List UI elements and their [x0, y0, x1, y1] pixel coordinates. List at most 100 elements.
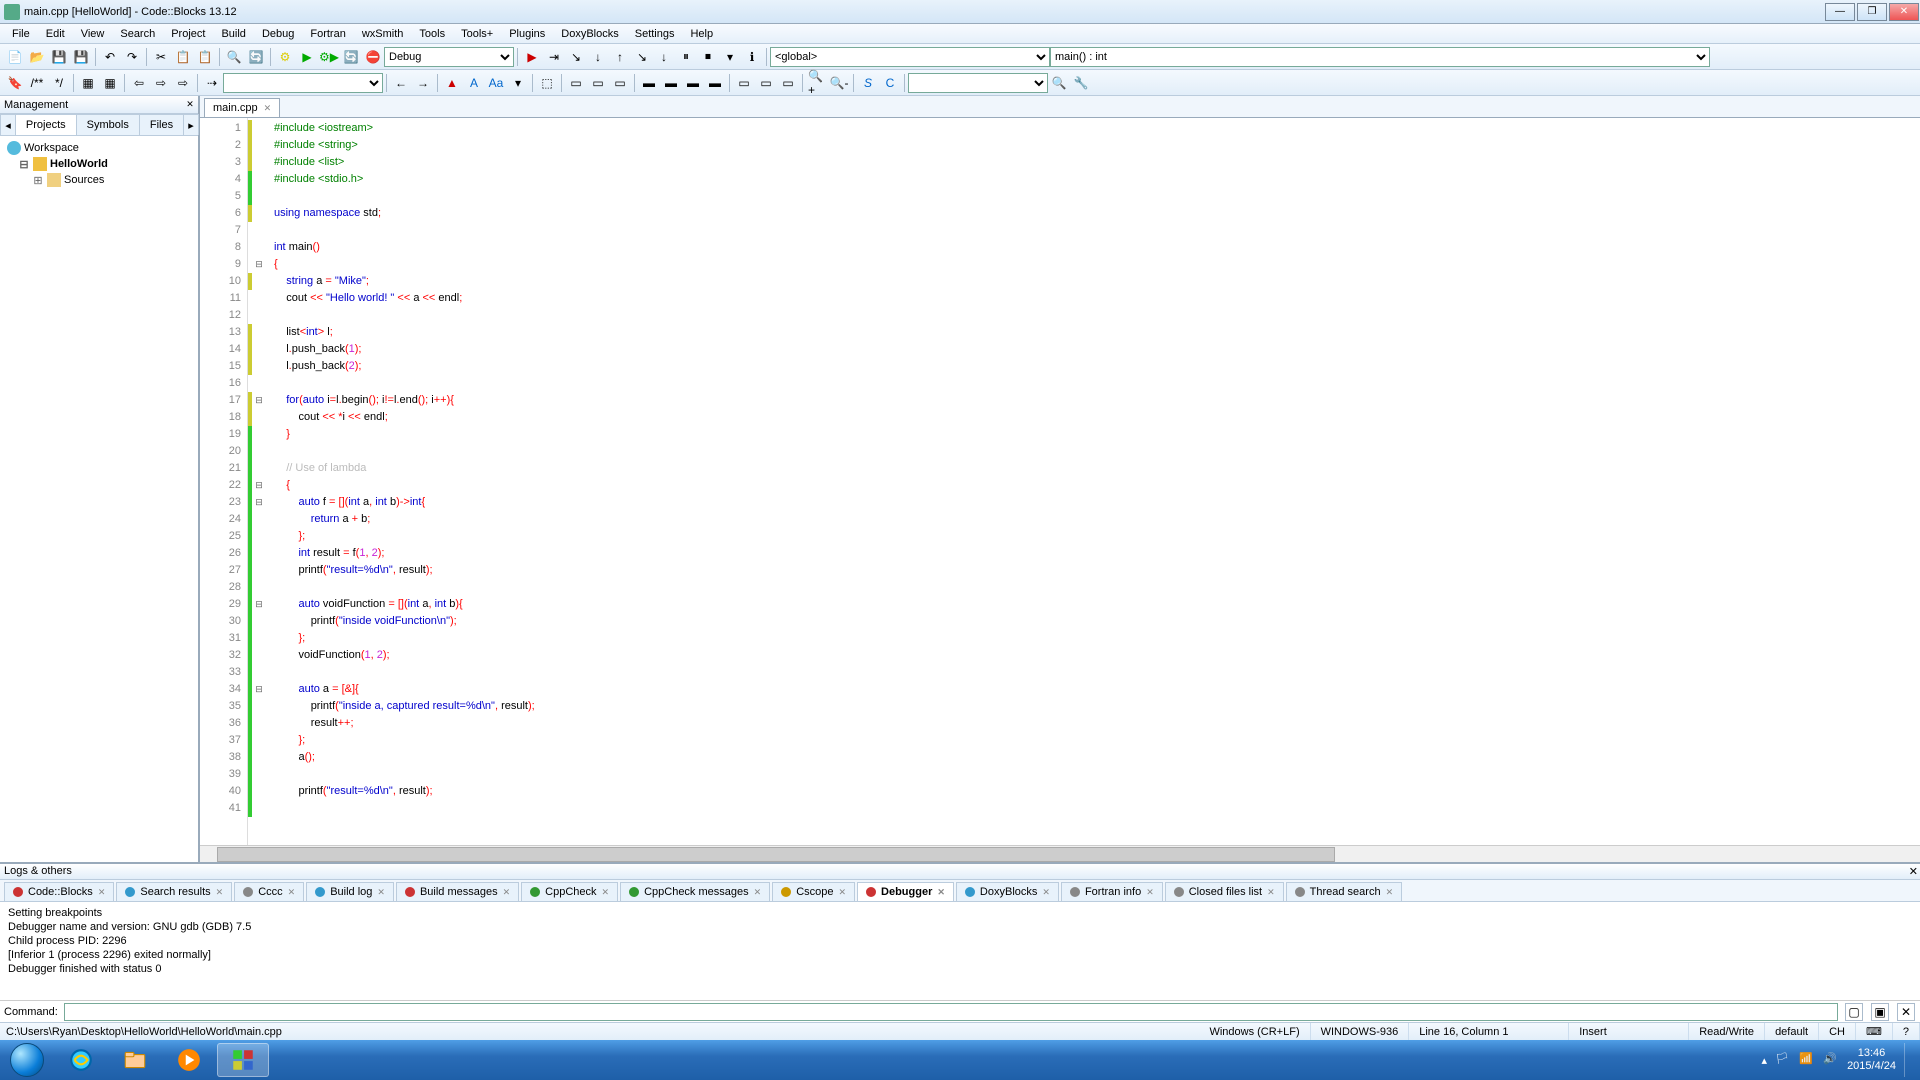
cmd-btn3-icon[interactable]: ✕ [1897, 1003, 1915, 1021]
mgmt-tab-files[interactable]: Files [139, 114, 184, 135]
win3-icon[interactable]: ▬ [683, 73, 703, 93]
cmd-btn1-icon[interactable]: ▢ [1845, 1003, 1863, 1021]
status-lang-icon[interactable]: CH [1819, 1023, 1856, 1040]
tree-sources[interactable]: ⊞ Sources [4, 172, 194, 188]
win1-icon[interactable]: ▬ [639, 73, 659, 93]
taskbar-explorer[interactable] [109, 1043, 161, 1077]
log-tab-close-icon[interactable]: ✕ [937, 887, 945, 898]
tree-project[interactable]: ⊟ HelloWorld [4, 156, 194, 172]
cmd-btn2-icon[interactable]: ▣ [1871, 1003, 1889, 1021]
nav-fwd-icon[interactable]: ⇨ [151, 73, 171, 93]
log-tab-close-icon[interactable]: ✕ [1042, 887, 1050, 898]
step-out-icon[interactable]: ↑ [610, 47, 630, 67]
new-file-icon[interactable]: 📄 [5, 47, 25, 67]
highlight3-icon[interactable]: Aa [486, 73, 506, 93]
expand-icon[interactable]: ⊞ [32, 174, 44, 187]
next-instr-icon[interactable]: ↘ [632, 47, 652, 67]
break-icon[interactable]: ⏸ [676, 47, 696, 67]
zoom-out-icon[interactable]: 🔍- [829, 73, 849, 93]
log-tab-close-icon[interactable]: ✕ [754, 887, 762, 898]
menu-tools+[interactable]: Tools+ [453, 26, 501, 42]
refresh-icon[interactable]: C [880, 73, 900, 93]
win2-icon[interactable]: ▬ [661, 73, 681, 93]
log-output[interactable]: Setting breakpointsDebugger name and ver… [0, 902, 1920, 1000]
log-tab-build-log[interactable]: Build log✕ [306, 882, 394, 901]
log-tab-code-blocks[interactable]: Code::Blocks✕ [4, 882, 114, 901]
menu-fortran[interactable]: Fortran [302, 26, 353, 42]
minimize-button[interactable]: — [1825, 3, 1855, 21]
rebuild-icon[interactable]: 🔄 [341, 47, 361, 67]
debug-windows-icon[interactable]: ▾ [720, 47, 740, 67]
code-editor[interactable]: 1234567891011121314151617181920212223242… [200, 118, 1920, 845]
code-content[interactable]: #include <iostream>#include <string>#inc… [266, 118, 1920, 845]
log-tab-close-icon[interactable]: ✕ [288, 887, 296, 898]
find-icon[interactable]: 🔍 [224, 47, 244, 67]
grp3-icon[interactable]: ▭ [778, 73, 798, 93]
log-tab-debugger[interactable]: Debugger✕ [857, 882, 954, 901]
menu-plugins[interactable]: Plugins [501, 26, 553, 42]
info-icon[interactable]: ℹ [742, 47, 762, 67]
highlight-icon[interactable]: ▲ [442, 73, 462, 93]
tray-network-icon[interactable]: 📶 [1799, 1052, 1815, 1068]
log-tab-close-icon[interactable]: ✕ [838, 887, 846, 898]
horizontal-scrollbar[interactable] [200, 845, 1920, 862]
start-button[interactable] [0, 1040, 54, 1080]
menu-search[interactable]: Search [112, 26, 163, 42]
misc-select[interactable] [908, 73, 1048, 93]
log-tab-cccc[interactable]: Cccc✕ [234, 882, 304, 901]
doxy-cfg-icon[interactable]: ▦ [100, 73, 120, 93]
cut-icon[interactable]: ✂ [151, 47, 171, 67]
status-help-icon[interactable]: ? [1893, 1023, 1920, 1040]
redo-icon[interactable]: ↷ [122, 47, 142, 67]
log-tab-cppcheck[interactable]: CppCheck✕ [521, 882, 618, 901]
win4-icon[interactable]: ▬ [705, 73, 725, 93]
run-icon[interactable]: ▶ [297, 47, 317, 67]
nav-last-icon[interactable]: ⇨ [173, 73, 193, 93]
log-tab-cppcheck-messages[interactable]: CppCheck messages✕ [620, 882, 770, 901]
tray-action-icon[interactable]: 🏳 [1775, 1052, 1791, 1068]
taskbar-ie[interactable] [55, 1043, 107, 1077]
log-tab-closed-files-list[interactable]: Closed files list✕ [1165, 882, 1284, 901]
build-target-select[interactable]: Debug [384, 47, 514, 67]
layout3-icon[interactable]: ▭ [610, 73, 630, 93]
menu-view[interactable]: View [73, 26, 113, 42]
log-tab-close-icon[interactable]: ✕ [1267, 887, 1275, 898]
mgmt-tab-projects[interactable]: Projects [15, 114, 77, 135]
menu-wxsmith[interactable]: wxSmith [354, 26, 412, 42]
editor-tab-main[interactable]: main.cpp ✕ [204, 98, 280, 117]
stop-debug-icon[interactable]: ⏹ [698, 47, 718, 67]
search-proj-icon[interactable]: 🔍 [1049, 73, 1069, 93]
log-tab-close-icon[interactable]: ✕ [1386, 887, 1394, 898]
log-tab-close-icon[interactable]: ✕ [602, 887, 610, 898]
run-to-cursor-icon[interactable]: ⇥ [544, 47, 564, 67]
log-tab-close-icon[interactable]: ✕ [1146, 887, 1154, 898]
dropdown-icon[interactable]: ▾ [508, 73, 528, 93]
menu-doxyblocks[interactable]: DoxyBlocks [553, 26, 626, 42]
jump-select[interactable] [223, 73, 383, 93]
select-icon[interactable]: ⬚ [537, 73, 557, 93]
save-all-icon[interactable]: 💾 [71, 47, 91, 67]
log-tab-close-icon[interactable]: ✕ [216, 887, 224, 898]
paste-icon[interactable]: 📋 [195, 47, 215, 67]
log-tab-doxyblocks[interactable]: DoxyBlocks✕ [956, 882, 1059, 901]
next-mark-icon[interactable]: → [413, 73, 433, 93]
status-ime-icon[interactable]: ⌨ [1856, 1023, 1893, 1040]
save-icon[interactable]: 💾 [49, 47, 69, 67]
function-select[interactable]: main() : int [1050, 47, 1710, 67]
search-opts-icon[interactable]: 🔧 [1071, 73, 1091, 93]
copy-icon[interactable]: 📋 [173, 47, 193, 67]
mgmt-tab-right[interactable]: ▸ [183, 114, 199, 135]
maximize-button[interactable]: ❐ [1857, 3, 1887, 21]
taskbar-codeblocks[interactable] [217, 1043, 269, 1077]
tab-close-icon[interactable]: ✕ [264, 103, 272, 114]
project-tree[interactable]: Workspace ⊟ HelloWorld ⊞ Sources [0, 136, 198, 862]
scope-select[interactable]: <global> [770, 47, 1050, 67]
line-gutter[interactable]: 1234567891011121314151617181920212223242… [200, 118, 248, 845]
highlight2-icon[interactable]: A [464, 73, 484, 93]
menu-tools[interactable]: Tools [411, 26, 453, 42]
menu-edit[interactable]: Edit [38, 26, 73, 42]
grp1-icon[interactable]: ▭ [734, 73, 754, 93]
log-tab-close-icon[interactable]: ✕ [98, 887, 106, 898]
log-tab-close-icon[interactable]: ✕ [377, 887, 385, 898]
log-tab-thread-search[interactable]: Thread search✕ [1286, 882, 1402, 901]
